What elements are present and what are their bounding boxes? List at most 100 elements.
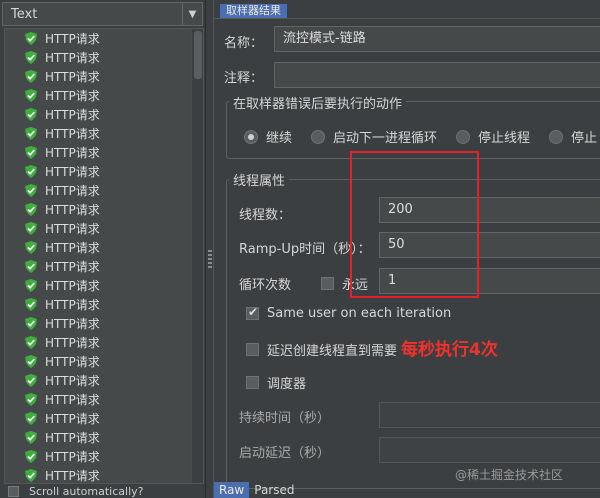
view-mode-value: Text <box>11 6 38 22</box>
tree-item[interactable]: HTTP请求 <box>5 295 203 314</box>
tree-item[interactable]: HTTP请求 <box>5 314 203 333</box>
tab-parsed[interactable]: Parsed <box>249 482 299 498</box>
tree-item[interactable]: HTTP请求 <box>5 371 203 390</box>
delay-thread-creation-label: 延迟创建线程直到需要 <box>267 344 398 359</box>
checkbox-box[interactable] <box>246 343 259 356</box>
success-shield-icon <box>25 336 37 349</box>
loop-count-label: 循环次数 <box>239 278 292 293</box>
tree-item[interactable]: HTTP请求 <box>5 428 203 447</box>
tree-item[interactable]: HTTP请求 <box>5 219 203 238</box>
tree-item-label: HTTP请求 <box>45 279 100 293</box>
success-shield-icon <box>25 222 37 235</box>
success-shield-icon <box>25 241 37 254</box>
tab-sampler-result[interactable]: 取样器结果 <box>220 4 287 18</box>
radio-dot[interactable] <box>549 129 563 144</box>
tree-item[interactable]: HTTP请求 <box>5 181 203 200</box>
tree-item[interactable]: HTTP请求 <box>5 67 203 86</box>
startup-delay-input[interactable] <box>379 437 600 463</box>
tree-item[interactable]: HTTP请求 <box>5 276 203 295</box>
startup-delay-label: 启动延迟（秒） <box>239 446 331 461</box>
success-shield-icon <box>25 450 37 463</box>
tree-item-label: HTTP请求 <box>45 374 100 388</box>
name-input[interactable]: 流控模式-链路 <box>274 26 600 52</box>
comment-input[interactable] <box>274 62 600 88</box>
checkbox-box[interactable] <box>246 376 259 389</box>
scroll-automatically-label: Scroll automatically? <box>29 484 144 498</box>
tree-item-label: HTTP请求 <box>45 70 100 84</box>
success-shield-icon <box>25 279 37 292</box>
tree-item-label: HTTP请求 <box>45 298 100 312</box>
radio-dot[interactable] <box>244 129 258 144</box>
success-shield-icon <box>25 260 37 273</box>
watermark: @稀土掘金技术社区 <box>455 468 564 482</box>
tree-item-label: HTTP请求 <box>45 355 100 369</box>
tree-item[interactable]: HTTP请求 <box>5 29 203 48</box>
tree-item[interactable]: HTTP请求 <box>5 352 203 371</box>
success-shield-icon <box>25 70 37 83</box>
tree-item[interactable]: HTTP请求 <box>5 162 203 181</box>
success-shield-icon <box>25 317 37 330</box>
chevron-down-icon[interactable]: ▼ <box>182 3 202 25</box>
same-user-checkbox[interactable]: Same user on each iteration <box>246 305 452 321</box>
drag-handle-icon[interactable] <box>208 250 212 268</box>
success-shield-icon <box>25 412 37 425</box>
tree-item[interactable]: HTTP请求 <box>5 86 203 105</box>
scheduler-checkbox[interactable]: 调度器 <box>246 373 306 392</box>
radio-dot[interactable] <box>311 129 325 144</box>
radio-dot[interactable] <box>456 129 470 144</box>
tree-item-label: HTTP请求 <box>45 222 100 236</box>
radio-start-next-loop-label: 启动下一进程循环 <box>333 131 438 146</box>
error-action-group-title: 在取样器错误后要执行的动作 <box>229 93 407 112</box>
tree-item-label: HTTP请求 <box>45 108 100 122</box>
success-shield-icon <box>25 374 37 387</box>
same-user-label: Same user on each iteration <box>267 306 452 321</box>
success-shield-icon <box>25 298 37 311</box>
tree-item[interactable]: HTTP请求 <box>5 390 203 409</box>
delay-thread-creation-checkbox[interactable]: 延迟创建线程直到需要 <box>246 340 397 359</box>
tree-item-label: HTTP请求 <box>45 393 100 407</box>
tree-item[interactable]: HTTP请求 <box>5 105 203 124</box>
radio-start-next-loop[interactable]: 启动下一进程循环 <box>311 127 437 146</box>
radio-stop[interactable]: 停止 <box>549 127 597 146</box>
tree-scrollbar[interactable] <box>191 29 203 483</box>
view-mode-select[interactable]: Text ▼ <box>2 2 203 26</box>
response-view-tabs: Raw Parsed <box>214 482 300 498</box>
success-shield-icon <box>25 108 37 121</box>
tree-item-label: HTTP请求 <box>45 165 100 179</box>
tree-item-label: HTTP请求 <box>45 146 100 160</box>
tree-item-label: HTTP请求 <box>45 431 100 445</box>
annotation-text: 每秒执行4次 <box>401 340 498 360</box>
tree-item[interactable]: HTTP请求 <box>5 257 203 276</box>
tree-item-label: HTTP请求 <box>45 336 100 350</box>
comment-label: 注释： <box>224 71 264 86</box>
checkbox-box[interactable] <box>246 305 259 320</box>
tree-item-label: HTTP请求 <box>45 469 100 483</box>
scroll-automatically-checkbox[interactable]: Scroll automatically? <box>8 484 143 498</box>
tree-item[interactable]: HTTP请求 <box>5 200 203 219</box>
radio-stop-thread-label: 停止线程 <box>478 131 531 146</box>
checkbox-box[interactable] <box>8 485 19 497</box>
tree-item[interactable]: HTTP请求 <box>5 333 203 352</box>
tab-raw[interactable]: Raw <box>214 482 250 498</box>
tree-item-label: HTTP请求 <box>45 184 100 198</box>
success-shield-icon <box>25 469 37 482</box>
tree-item[interactable]: HTTP请求 <box>5 409 203 428</box>
tree-item-label: HTTP请求 <box>45 203 100 217</box>
split-pane-divider[interactable] <box>205 0 213 498</box>
radio-continue[interactable]: 继续 <box>244 127 292 146</box>
duration-label: 持续时间（秒） <box>239 411 331 426</box>
duration-input[interactable] <box>379 402 600 428</box>
tree-item[interactable]: HTTP请求 <box>5 466 203 483</box>
success-shield-icon <box>25 32 37 45</box>
tree-item-label: HTTP请求 <box>45 32 100 46</box>
tree-item[interactable]: HTTP请求 <box>5 143 203 162</box>
radio-stop-thread[interactable]: 停止线程 <box>456 127 530 146</box>
scrollbar-thumb[interactable] <box>194 31 202 79</box>
checkbox-box[interactable] <box>321 277 334 290</box>
radio-continue-label: 继续 <box>266 131 293 146</box>
tree-item[interactable]: HTTP请求 <box>5 447 203 466</box>
tree-item[interactable]: HTTP请求 <box>5 124 203 143</box>
success-shield-icon <box>25 355 37 368</box>
tree-item[interactable]: HTTP请求 <box>5 238 203 257</box>
tree-item[interactable]: HTTP请求 <box>5 48 203 67</box>
